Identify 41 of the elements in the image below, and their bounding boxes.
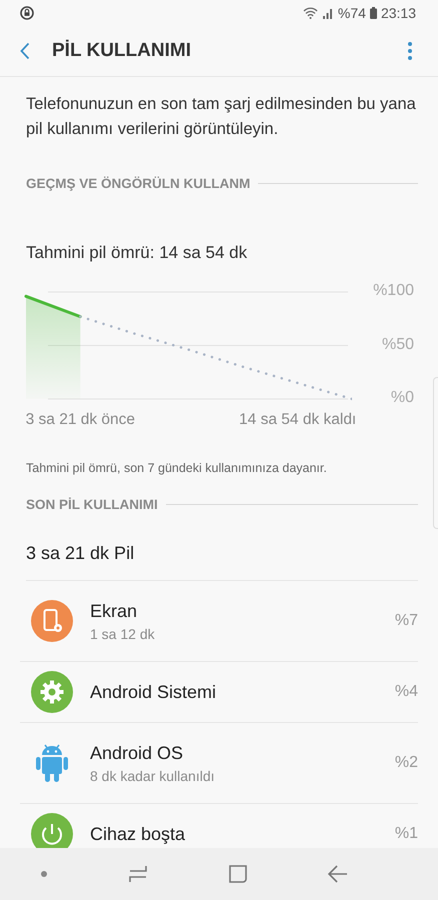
item-name: Android Sistemi — [90, 682, 218, 702]
total-usage-text: 3 sa 21 dk Pil — [26, 543, 418, 581]
item-name: Cihaz boşta — [90, 824, 186, 844]
home-icon[interactable] — [228, 864, 248, 884]
lock-icon — [20, 6, 34, 20]
item-percent: %4 — [394, 683, 418, 701]
item-percent: %7 — [394, 612, 418, 630]
note-text: Tahmini pil ömrü, son 7 gündeki kullanımınıza dayanır. — [26, 461, 328, 475]
battery-icon — [370, 7, 377, 19]
axis-label: 14 sa 54 dk kaldı — [239, 411, 356, 429]
item-name: Android OS — [90, 742, 184, 764]
item-name: Ekran — [90, 600, 138, 622]
section-title: GEÇMŞ VE ÖNGÖRÜLN KULLANM — [26, 176, 250, 191]
item-detail: 8 dk kadar kullanıldı — [90, 768, 216, 784]
estimate-text: Tahmini pil ömrü: 14 sa 54 dk — [26, 243, 248, 263]
back-icon[interactable] — [326, 865, 348, 883]
power-icon — [30, 812, 74, 848]
recent-apps-icon[interactable] — [126, 864, 148, 884]
axis-label: %0 — [390, 389, 414, 407]
axis-label: %50 — [382, 336, 414, 354]
clock: 23:13 — [380, 5, 416, 21]
usage-line — [24, 294, 82, 318]
page-title: PİL KULLANIMI — [52, 40, 191, 62]
gear-icon — [30, 670, 74, 714]
usage-item[interactable]: Android OS 8 dk kadar kullanıldı %2 — [20, 723, 418, 804]
usage-item[interactable]: Ekran 1 sa 12 dk %7 — [20, 581, 418, 662]
section-title: SON PİL KULLANIMI — [26, 497, 158, 512]
axis-label: 3 sa 21 dk önce — [26, 411, 136, 429]
signal-icon — [322, 7, 334, 19]
item-percent: %1 — [394, 825, 418, 843]
item-detail: 1 sa 12 dk — [90, 626, 156, 642]
back-icon — [20, 42, 30, 60]
more-icon — [408, 42, 412, 60]
item-percent: %2 — [394, 754, 418, 772]
axis-label: %100 — [373, 282, 414, 300]
battery-percent: %74 — [338, 5, 366, 21]
screen-settings-icon — [30, 599, 74, 643]
usage-item[interactable]: Android Sistemi %4 — [20, 662, 418, 723]
wifi-icon — [302, 7, 318, 19]
dot-icon[interactable] — [40, 870, 48, 878]
description-text: Telefonunuzun en son tam şarj edilmesinden bu yana pil kullanımı verilerini görüntüleyin. — [26, 94, 417, 140]
